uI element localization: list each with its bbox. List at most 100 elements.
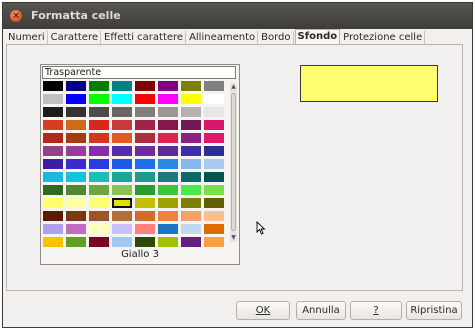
color-swatch[interactable] [135,237,155,247]
color-swatch[interactable] [158,211,178,221]
color-swatch[interactable] [66,211,86,221]
color-swatch[interactable] [66,146,86,156]
color-swatch[interactable] [158,133,178,143]
color-swatch[interactable] [112,224,132,234]
color-swatch[interactable] [181,81,201,91]
color-swatch[interactable] [204,159,224,169]
color-swatch[interactable] [204,133,224,143]
color-swatch[interactable] [112,107,132,117]
color-swatch[interactable] [204,237,224,247]
color-swatch[interactable] [112,133,132,143]
color-swatch[interactable] [181,120,201,130]
color-swatch[interactable] [204,172,224,182]
color-swatch[interactable] [43,198,63,208]
color-swatch[interactable] [135,107,155,117]
color-swatch[interactable] [204,81,224,91]
color-swatch[interactable] [135,211,155,221]
color-swatch[interactable] [204,146,224,156]
color-swatch[interactable] [135,133,155,143]
color-swatch[interactable] [89,172,109,182]
color-swatch[interactable] [181,198,201,208]
color-swatch[interactable] [135,146,155,156]
color-swatch[interactable] [158,224,178,234]
color-swatch[interactable] [43,185,63,195]
color-swatch[interactable] [43,159,63,169]
color-swatch[interactable] [181,159,201,169]
color-swatch[interactable] [135,185,155,195]
color-swatch[interactable] [135,224,155,234]
color-swatch[interactable] [135,94,155,104]
color-swatch[interactable] [66,224,86,234]
color-swatch[interactable] [43,107,63,117]
tab-protezione-celle[interactable]: Protezione celle [341,31,426,45]
color-swatch[interactable] [181,133,201,143]
color-swatch[interactable] [158,146,178,156]
tab-bordo[interactable]: Bordo [259,31,294,45]
color-swatch-selected[interactable] [112,198,132,208]
color-swatch[interactable] [181,172,201,182]
color-swatch[interactable] [135,120,155,130]
color-swatch[interactable] [66,81,86,91]
color-swatch[interactable] [158,159,178,169]
color-swatch[interactable] [89,133,109,143]
ok-button[interactable]: OK [236,301,290,320]
tab-carattere[interactable]: Carattere [49,31,101,45]
color-swatch[interactable] [112,159,132,169]
color-swatch[interactable] [66,94,86,104]
color-swatch[interactable] [112,120,132,130]
color-swatch[interactable] [181,146,201,156]
color-swatch[interactable] [89,94,109,104]
color-swatch[interactable] [43,172,63,182]
color-swatch[interactable] [89,237,109,247]
color-swatch[interactable] [181,211,201,221]
color-swatch[interactable] [43,211,63,221]
color-swatch[interactable] [89,185,109,195]
color-swatch[interactable] [43,224,63,234]
color-swatch[interactable] [112,81,132,91]
color-swatch[interactable] [89,146,109,156]
color-swatch[interactable] [43,146,63,156]
color-swatch[interactable] [66,107,86,117]
color-swatch[interactable] [158,94,178,104]
reset-button[interactable]: Ripristina [406,301,462,320]
color-swatch[interactable] [158,81,178,91]
color-swatch[interactable] [204,185,224,195]
color-swatch[interactable] [66,133,86,143]
color-swatch[interactable] [181,224,201,234]
color-swatch[interactable] [204,224,224,234]
color-swatch[interactable] [89,120,109,130]
color-swatch[interactable] [135,172,155,182]
color-swatch[interactable] [204,94,224,104]
color-swatch[interactable] [89,224,109,234]
color-swatch[interactable] [66,159,86,169]
color-swatch[interactable] [66,172,86,182]
transparent-option[interactable]: Trasparente [42,66,236,79]
color-swatch[interactable] [43,81,63,91]
color-swatch[interactable] [204,120,224,130]
color-swatch[interactable] [112,172,132,182]
color-swatch[interactable] [43,94,63,104]
tab-sfondo[interactable]: Sfondo [294,29,341,45]
color-swatch[interactable] [204,211,224,221]
color-swatch[interactable] [43,120,63,130]
color-swatch[interactable] [112,185,132,195]
color-swatch[interactable] [89,198,109,208]
color-swatch[interactable] [135,81,155,91]
color-swatch[interactable] [89,81,109,91]
color-swatch[interactable] [158,172,178,182]
color-swatch[interactable] [135,198,155,208]
color-swatch[interactable] [66,237,86,247]
color-swatch[interactable] [204,198,224,208]
color-swatch[interactable] [89,211,109,221]
color-swatch[interactable] [158,107,178,117]
color-swatch[interactable] [43,237,63,247]
color-swatch[interactable] [112,94,132,104]
scrollbar-thumb[interactable] [231,93,236,231]
scroll-up-icon[interactable]: ▲ [230,84,237,90]
help-button[interactable]: ? [350,301,402,320]
color-swatch[interactable] [112,146,132,156]
color-swatch[interactable] [158,120,178,130]
color-swatch[interactable] [66,120,86,130]
color-swatch[interactable] [66,185,86,195]
palette-scrollbar[interactable]: ▲ ▼ [230,83,237,242]
